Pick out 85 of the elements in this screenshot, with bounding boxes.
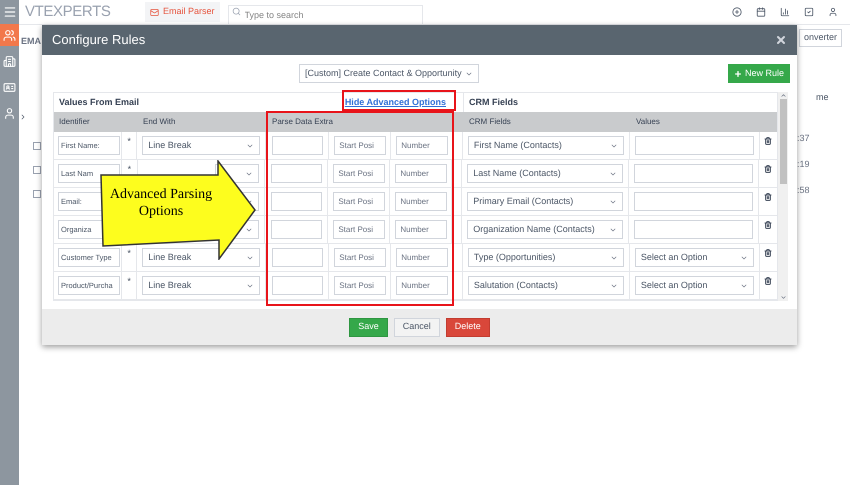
trash-icon[interactable] — [764, 193, 772, 201]
checkbox-icon[interactable] — [804, 7, 814, 17]
expand-icon[interactable] — [19, 113, 27, 121]
parse-field[interactable] — [272, 136, 324, 155]
crm-field-select[interactable]: Salutation (Contacts) — [468, 276, 624, 295]
plus-icon — [734, 70, 742, 78]
value-field[interactable] — [634, 164, 754, 183]
search-field[interactable]: Type to search — [228, 5, 423, 25]
end-with-select[interactable]: Line Break — [142, 248, 260, 267]
hide-advanced-options-link[interactable]: Hide Advanced Options — [344, 96, 446, 110]
required-mark: * — [127, 247, 131, 260]
section-title: CRM Fields — [469, 96, 518, 109]
parse-field[interactable] — [271, 220, 322, 239]
section-title: Values From Email — [59, 96, 140, 109]
converter-button[interactable]: onverter — [799, 29, 842, 47]
value-select[interactable]: Select an Option — [634, 248, 754, 267]
column-header: Parse Data Extra — [271, 116, 334, 128]
time-cell-text: :19 — [797, 158, 810, 171]
number-field[interactable]: Number — [396, 136, 448, 155]
default-button[interactable]: Cancel — [394, 318, 440, 336]
danger-button[interactable]: Delete — [446, 318, 490, 336]
users-icon — [3, 28, 16, 42]
parse-field[interactable] — [272, 248, 324, 267]
start-position-field[interactable]: Start Posi — [334, 136, 386, 155]
parse-field[interactable] — [272, 276, 324, 295]
checkbox[interactable] — [33, 190, 41, 198]
menu-icon[interactable] — [2, 5, 16, 19]
close-icon[interactable] — [775, 34, 787, 46]
trash-icon[interactable] — [764, 165, 772, 173]
user-icon[interactable] — [828, 7, 838, 17]
crm-field-select[interactable]: Organization Name (Contacts) — [467, 220, 624, 239]
start-position-field[interactable]: Start Posi — [334, 248, 386, 267]
number-field[interactable]: Number — [395, 220, 448, 239]
dialog-title: Configure Rules — [52, 31, 146, 50]
number-field[interactable]: Number — [396, 276, 448, 295]
scroll-down-icon[interactable] — [780, 294, 786, 301]
column-header: Values — [635, 116, 661, 128]
start-position-field[interactable]: Start Posi — [333, 192, 386, 211]
start-position-field[interactable]: Start Posi — [333, 164, 386, 183]
users-tab[interactable] — [0, 24, 19, 46]
logo: VTEXPERTS — [25, 2, 112, 22]
trash-icon[interactable] — [764, 277, 772, 285]
column-heading: me — [816, 91, 829, 104]
parse-field[interactable] — [271, 164, 322, 183]
end-with-select[interactable]: Line Break — [142, 276, 260, 295]
required-mark: * — [127, 275, 131, 288]
calendar-icon[interactable] — [756, 7, 766, 17]
value-select[interactable]: Select an Option — [634, 276, 754, 295]
required-mark: * — [128, 163, 132, 176]
number-field[interactable]: Number — [396, 248, 448, 267]
crm-field-select[interactable]: Type (Opportunities) — [468, 248, 624, 267]
add-icon[interactable] — [732, 7, 742, 17]
column-header: Identifier — [58, 116, 91, 128]
checkbox[interactable] — [33, 166, 41, 174]
trash-icon[interactable] — [764, 221, 772, 229]
building-icon[interactable] — [3, 55, 16, 68]
search-icon — [232, 7, 241, 16]
time-cell-text: :37 — [797, 132, 810, 145]
scroll-up-icon[interactable] — [780, 92, 786, 99]
crm-field-select[interactable]: Primary Email (Contacts) — [467, 192, 624, 211]
scrollbar-thumb[interactable] — [780, 99, 786, 184]
mail-icon — [150, 8, 159, 16]
crm-field-select[interactable]: Last Name (Contacts) — [467, 164, 624, 183]
value-field[interactable] — [634, 192, 754, 211]
checkbox[interactable] — [33, 142, 41, 150]
rule-select[interactable]: [Custom] Create Contact & Opportunity — [299, 64, 479, 83]
column-header: End With — [142, 116, 176, 128]
crm-field-select[interactable]: First Name (Contacts) — [468, 136, 624, 155]
number-field[interactable]: Number — [395, 164, 448, 183]
scrollbar[interactable] — [778, 92, 788, 301]
trash-icon[interactable] — [764, 249, 772, 257]
id-card-icon[interactable] — [3, 81, 16, 94]
start-position-field[interactable]: Start Posi — [333, 220, 386, 239]
start-position-field[interactable]: Start Posi — [334, 276, 386, 295]
required-mark: * — [127, 135, 131, 148]
trash-icon[interactable] — [764, 137, 772, 145]
value-field[interactable] — [634, 220, 754, 239]
page-title: EMA — [21, 35, 41, 48]
value-field[interactable] — [634, 136, 754, 155]
parse-field[interactable] — [271, 192, 322, 211]
end-with-select[interactable]: Line Break — [142, 136, 260, 155]
column-header: CRM Fields — [468, 116, 512, 128]
time-cell-text: :58 — [797, 184, 810, 197]
bar-chart-icon[interactable] — [780, 7, 790, 17]
number-field[interactable]: Number — [395, 192, 448, 211]
